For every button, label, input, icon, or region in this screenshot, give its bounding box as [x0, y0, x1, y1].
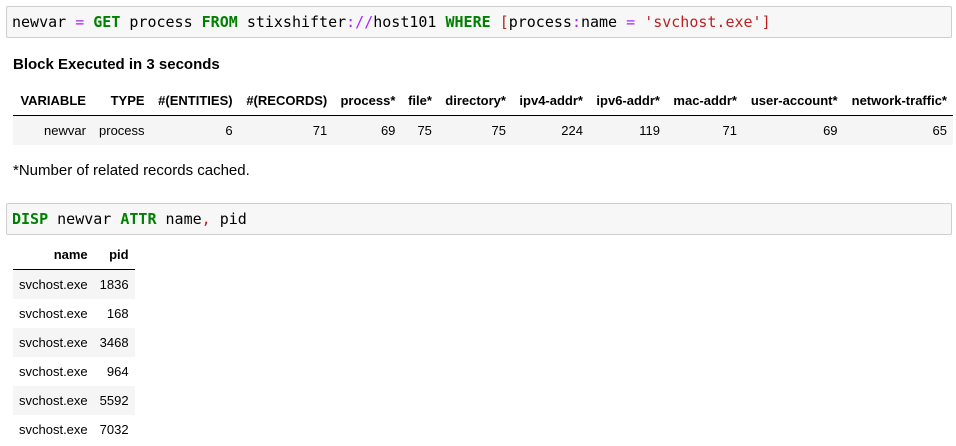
- cell-pid: 7032: [99, 422, 129, 437]
- cell-ipv6: 119: [588, 115, 666, 145]
- col-process: process*: [340, 93, 396, 108]
- col-records: #(RECORDS): [246, 93, 328, 108]
- cell-name: svchost.exe: [19, 306, 88, 321]
- cell-user-account: 69: [742, 115, 844, 145]
- cell-records: 71: [238, 115, 334, 145]
- cache-note: *Number of related records cached.: [13, 162, 250, 179]
- cell-name: svchost.exe: [13, 386, 94, 415]
- code-keyword-from: FROM: [201, 13, 238, 31]
- cell-name: svchost.exe: [19, 364, 88, 379]
- table-row: svchost.exe 5592: [13, 386, 135, 415]
- code-colon: :: [571, 13, 581, 31]
- code-attr-name: name: [580, 13, 618, 31]
- summary-table: VARIABLE TYPE #(ENTITIES) #(RECORDS) pro…: [13, 86, 953, 145]
- cell-file: 75: [401, 115, 438, 145]
- result-table: name pid svchost.exe 1836 svchost.exe 16…: [13, 240, 135, 444]
- summary-header-row: VARIABLE TYPE #(ENTITIES) #(RECORDS) pro…: [13, 86, 953, 116]
- col-file: file*: [408, 93, 432, 108]
- code-keyword-get: GET: [93, 13, 121, 31]
- code-attr-pid: pid: [219, 210, 247, 228]
- cell-pid: 964: [106, 364, 129, 379]
- code-keyword-disp: DISP: [12, 210, 49, 228]
- code-operator: =: [75, 13, 85, 31]
- table-row: svchost.exe 3468: [13, 328, 135, 357]
- table-row: newvar process 6 71 69 75 75 224 119 71 …: [13, 115, 953, 145]
- cell-pid: 1836: [93, 269, 135, 299]
- col-ipv4: ipv4-addr*: [519, 93, 583, 108]
- cell-pid: 168: [106, 306, 129, 321]
- cell-name: svchost.exe: [13, 328, 94, 357]
- cell-pid: 5592: [93, 386, 135, 415]
- col-user-account: user-account*: [750, 93, 838, 108]
- block-executed-heading: Block Executed in 3 seconds: [13, 56, 220, 73]
- cell-process: 69: [333, 115, 402, 145]
- code-keyword-attr: ATTR: [120, 210, 157, 228]
- table-row: svchost.exe 1836: [13, 269, 135, 299]
- code-keyword-where: WHERE: [445, 13, 491, 31]
- code-cell-get[interactable]: newvar = GET process FROM stixshifter://…: [6, 6, 952, 38]
- code-cell-disp[interactable]: DISP newvar ATTR name, pid: [6, 203, 952, 235]
- cell-network-traffic: 65: [843, 115, 953, 145]
- code-bracket-open: [: [499, 13, 509, 31]
- cell-mac: 71: [665, 115, 743, 145]
- cell-ipv4: 224: [511, 115, 589, 145]
- cell-pid: 3468: [93, 328, 135, 357]
- cell-name: svchost.exe: [13, 269, 94, 299]
- code-operator-eq: =: [626, 13, 636, 31]
- col-name: name: [53, 247, 88, 262]
- code-source-host: host101: [373, 13, 437, 31]
- table-row: svchost.exe 964: [13, 357, 135, 386]
- code-string-value: 'svchost.exe': [644, 13, 762, 31]
- code-var: newvar: [12, 13, 67, 31]
- cell-name: svchost.exe: [19, 422, 88, 437]
- code-source-sep: ://: [346, 13, 374, 31]
- code-comma: ,: [201, 210, 211, 228]
- col-variable: VARIABLE: [20, 93, 86, 108]
- cell-variable: newvar: [13, 115, 92, 145]
- result-header-row: name pid: [13, 240, 135, 270]
- col-ipv6: ipv6-addr*: [596, 93, 660, 108]
- code-attr-name: name: [165, 210, 202, 228]
- col-entities: #(ENTITIES): [158, 93, 233, 108]
- col-type: TYPE: [110, 93, 145, 108]
- code-bracket-close: ]: [761, 13, 771, 31]
- col-network-traffic: network-traffic*: [851, 93, 947, 108]
- col-directory: directory*: [445, 93, 506, 108]
- cell-type: process: [91, 115, 151, 145]
- code-entity: process: [129, 13, 193, 31]
- cell-directory: 75: [437, 115, 512, 145]
- col-mac: mac-addr*: [673, 93, 737, 108]
- table-row: svchost.exe 168: [13, 299, 135, 328]
- cell-entities: 6: [150, 115, 239, 145]
- code-attr-object: process: [508, 13, 572, 31]
- table-row: svchost.exe 7032: [13, 415, 135, 444]
- col-pid: pid: [109, 247, 129, 262]
- code-var: newvar: [57, 210, 112, 228]
- code-source-scheme: stixshifter: [246, 13, 347, 31]
